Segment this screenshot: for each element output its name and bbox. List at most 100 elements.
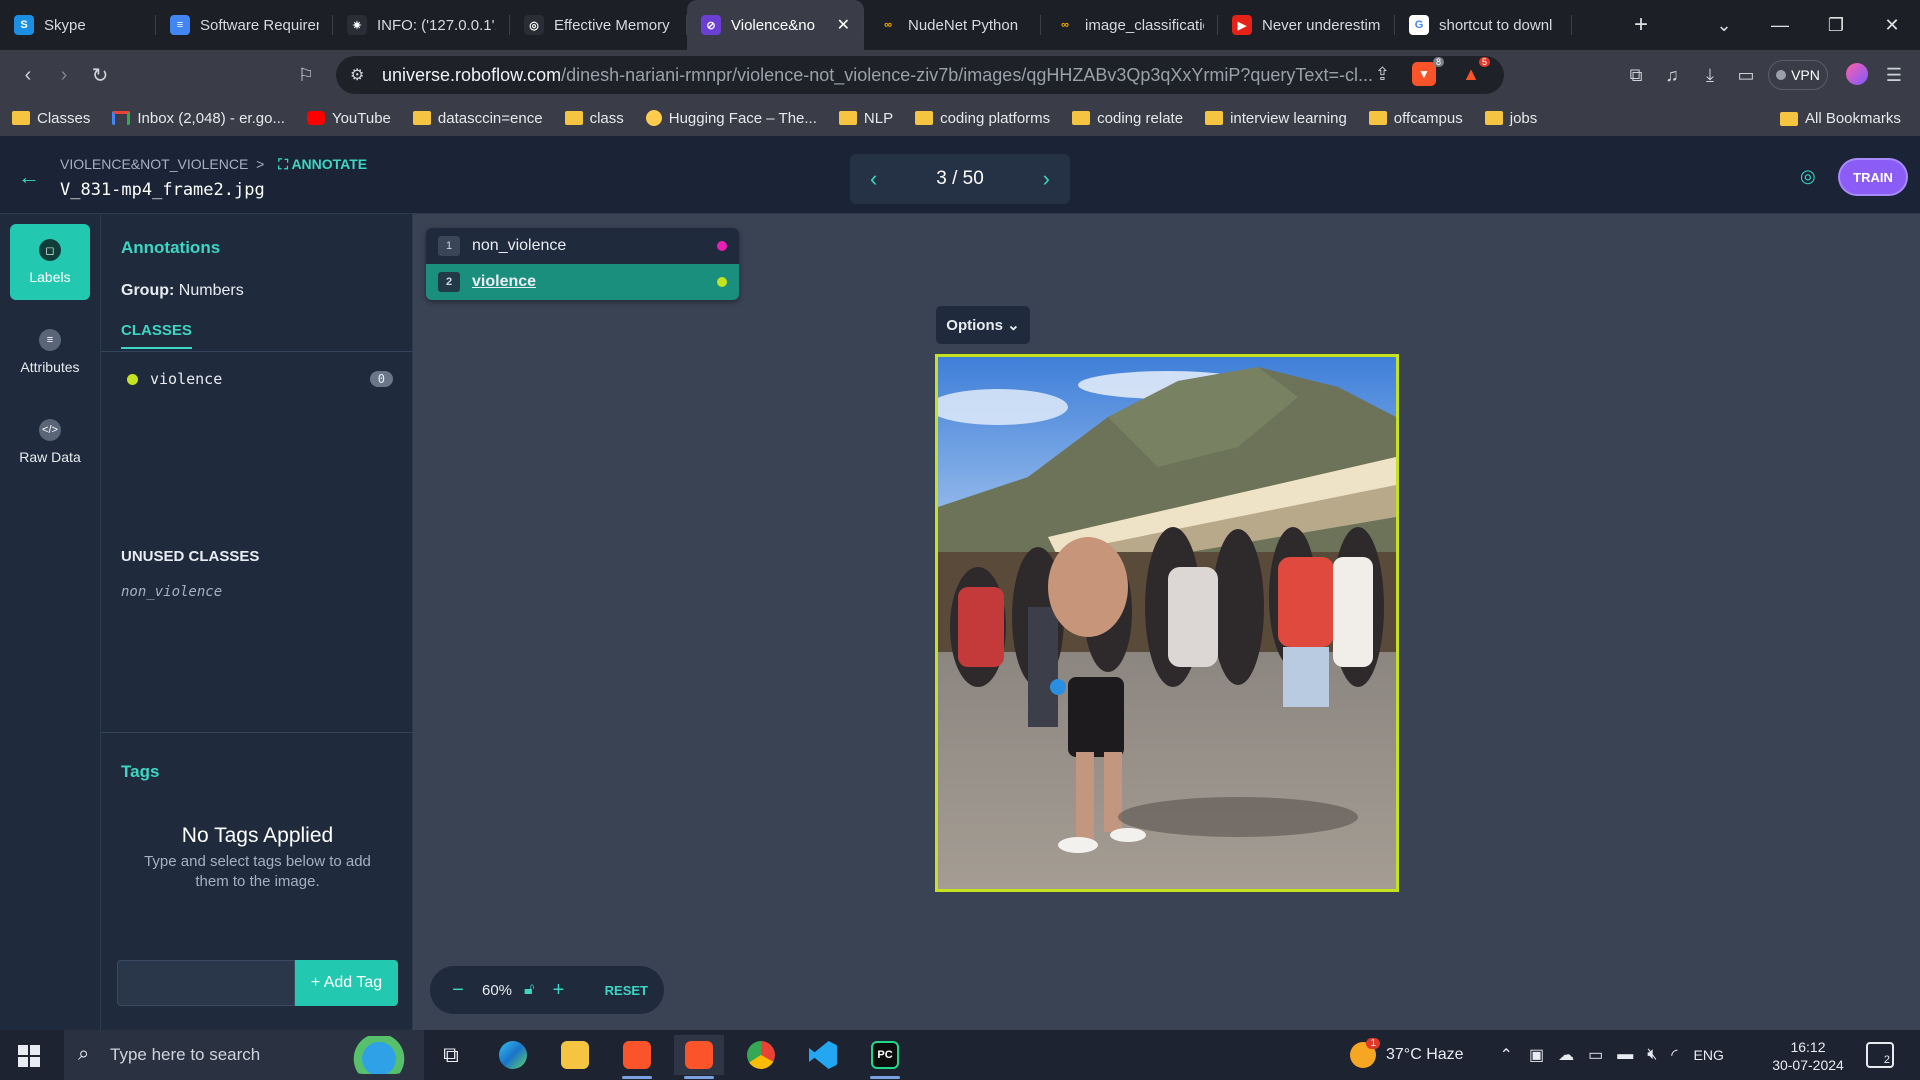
zoom-value: 60% — [482, 981, 513, 999]
annotation-canvas[interactable]: 1 non_violence 2 violence Options ⌄ − 60… — [414, 214, 1920, 1030]
notifications-icon[interactable]: 2 — [1866, 1042, 1894, 1068]
clock[interactable]: 16:12 30-07-2024 — [1768, 1038, 1848, 1074]
hide-annotations-icon[interactable]: ◎ — [1800, 166, 1816, 187]
forward-icon[interactable]: › — [46, 57, 82, 93]
bookmark-label: NLP — [863, 109, 894, 127]
display-icon[interactable]: ▭ — [1588, 1045, 1603, 1065]
breadcrumb: VIOLENCE&NOT_VIOLENCE > ⛶ ANNOTATE — [60, 156, 367, 173]
browser-tab[interactable]: ∞ image_classificatio — [1041, 0, 1218, 50]
language-indicator[interactable]: ENG — [1694, 1047, 1724, 1063]
menu-icon[interactable]: ☰ — [1882, 63, 1906, 87]
vpn-button[interactable]: VPN — [1768, 60, 1828, 90]
reset-zoom-button[interactable]: RESET — [605, 983, 648, 998]
bookmark-label: coding relate — [1097, 109, 1184, 127]
browser-tab[interactable]: ✷ INFO: ('127.0.0.1', — [333, 0, 510, 50]
rail-labels[interactable]: ◻ Labels — [10, 224, 90, 300]
bookmark-label: coding platforms — [940, 109, 1051, 127]
lock-icon[interactable]: 🔓︎ — [524, 981, 534, 999]
bookmark-item[interactable]: NLP — [838, 109, 894, 127]
folder-icon — [915, 111, 934, 125]
bookmark-item[interactable]: jobs — [1484, 110, 1537, 127]
bookmark-icon[interactable]: ⚐ — [294, 63, 318, 87]
class-option-violence[interactable]: 2 violence — [426, 264, 739, 300]
edge-icon[interactable] — [488, 1035, 538, 1075]
browser-tab[interactable]: Gshortcut to downl — [1395, 0, 1572, 50]
class-row[interactable]: violence 0 — [127, 370, 393, 388]
rail-attributes[interactable]: ≡ Attributes — [10, 314, 90, 390]
breadcrumb-project[interactable]: VIOLENCE&NOT_VIOLENCE — [60, 156, 248, 172]
search-icon: ⌕ — [78, 1043, 90, 1065]
class-option-non-violence[interactable]: 1 non_violence — [426, 228, 739, 264]
options-dropdown[interactable]: Options ⌄ — [936, 306, 1030, 344]
all-bookmarks[interactable]: All Bookmarks — [1780, 110, 1901, 127]
prev-image-icon[interactable]: ‹ — [870, 166, 877, 192]
browser-tab[interactable]: ∞ NudeNet Python — [864, 0, 1041, 50]
zoom-in-button[interactable]: + — [546, 979, 570, 1002]
browser-tab[interactable]: ◎ Effective Memory — [510, 0, 687, 50]
url-host: universe.roboflow.com — [382, 64, 562, 85]
train-button[interactable]: TRAIN — [1840, 160, 1906, 194]
profile-avatar[interactable] — [1846, 63, 1868, 85]
site-info-icon[interactable]: ⚙ — [350, 65, 364, 85]
bookmark-item[interactable]: class — [564, 110, 624, 127]
close-tab-icon[interactable]: ✕ — [837, 15, 850, 35]
minimize-icon[interactable]: — — [1752, 0, 1808, 50]
browser-tab[interactable]: ≡ Software Requiren — [156, 0, 333, 50]
extensions-icon[interactable]: ⧉ — [1624, 63, 1648, 87]
bookmark-item[interactable]: interview learning — [1205, 110, 1347, 127]
wifi-icon[interactable]: ◜ — [1671, 1045, 1677, 1065]
meet-icon[interactable]: ▣ — [1529, 1045, 1544, 1065]
pycharm-icon[interactable]: PC — [860, 1035, 910, 1079]
tab-search-chevron-icon[interactable]: ⌄ — [1696, 0, 1752, 50]
brave-active-taskbar-icon[interactable] — [674, 1035, 724, 1079]
next-image-icon[interactable]: › — [1043, 166, 1050, 192]
brave-taskbar-icon[interactable] — [612, 1035, 662, 1079]
weather-icon[interactable]: 1 — [1350, 1038, 1380, 1068]
windows-start-icon[interactable] — [18, 1045, 40, 1067]
volume-muted-icon[interactable]: 🔇︎ — [1647, 1046, 1657, 1064]
new-tab-button[interactable]: + — [1624, 0, 1658, 50]
brave-shield-icon[interactable]: ▼ — [1412, 62, 1436, 86]
close-window-icon[interactable]: ✕ — [1864, 0, 1920, 50]
brave-rewards-icon[interactable]: ▲ — [1462, 64, 1480, 85]
divider — [101, 732, 414, 733]
browser-tab[interactable]: ▶ Never underestim — [1218, 0, 1395, 50]
reload-icon[interactable]: ↻ — [82, 57, 118, 93]
wallet-icon[interactable]: ▭ — [1734, 63, 1758, 87]
tab-title: Skype — [44, 16, 86, 34]
restore-icon[interactable]: ❐ — [1808, 0, 1864, 50]
roboflow-icon: ⊘ — [701, 15, 721, 35]
bookmark-item[interactable]: offcampus — [1368, 110, 1463, 127]
bookmark-item[interactable]: Classes — [12, 110, 90, 127]
share-icon[interactable]: ⇪ — [1375, 64, 1390, 85]
task-view-icon[interactable]: ⧉ — [426, 1035, 476, 1075]
media-icon[interactable]: ♫ — [1660, 63, 1684, 87]
tag-input[interactable] — [117, 960, 295, 1006]
onedrive-icon[interactable]: ☁ — [1558, 1045, 1574, 1065]
file-explorer-icon[interactable] — [550, 1035, 600, 1075]
bookmark-item[interactable]: Hugging Face – The... — [645, 110, 817, 127]
zoom-out-button[interactable]: − — [446, 979, 470, 1002]
bookmark-item[interactable]: Inbox (2,048) - er.go... — [112, 110, 285, 127]
show-hidden-icons-icon[interactable]: ⌃ — [1500, 1045, 1513, 1065]
browser-tab[interactable]: S Skype — [0, 0, 156, 50]
add-tag-button[interactable]: + Add Tag — [295, 960, 398, 1006]
back-arrow-icon[interactable]: ← — [18, 164, 40, 190]
chrome-icon[interactable] — [736, 1035, 786, 1075]
vscode-icon[interactable] — [798, 1035, 848, 1075]
annotated-image[interactable] — [935, 354, 1399, 892]
bookmark-item[interactable]: coding relate — [1072, 110, 1183, 127]
download-icon[interactable]: ⤓ — [1698, 63, 1722, 87]
bookmark-item[interactable]: coding platforms — [915, 110, 1050, 127]
back-icon[interactable]: ‹ — [10, 57, 46, 93]
rail-raw-data[interactable]: </> Raw Data — [10, 404, 90, 480]
address-bar[interactable]: ⚙ universe.roboflow.com/dinesh-nariani-r… — [336, 56, 1504, 94]
taskbar-search[interactable]: ⌕ Type here to search — [64, 1030, 424, 1080]
browser-tab[interactable]: ⊘ Violence&no ✕ — [687, 0, 864, 50]
unused-class-item[interactable]: non_violence — [121, 584, 222, 600]
bookmark-item[interactable]: YouTube — [306, 110, 391, 127]
battery-icon[interactable]: ▬ — [1617, 1046, 1633, 1064]
tab-classes[interactable]: CLASSES — [121, 322, 192, 349]
weather-text[interactable]: 37°C Haze — [1386, 1046, 1464, 1064]
bookmark-item[interactable]: datasccin=ence — [412, 110, 543, 127]
